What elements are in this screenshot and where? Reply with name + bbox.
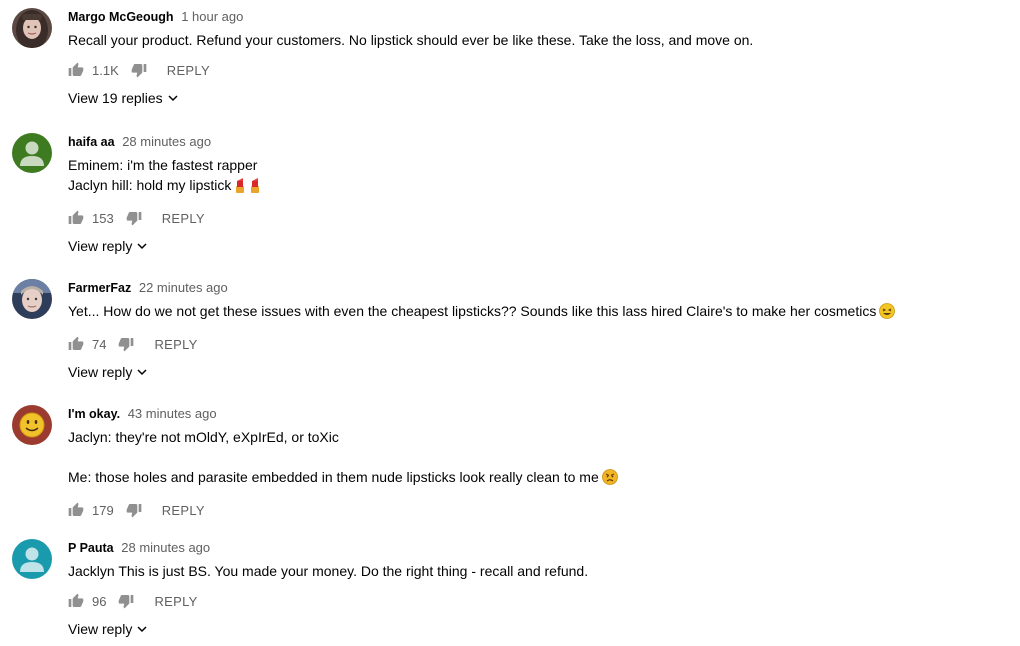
thumb-down-icon[interactable] bbox=[126, 502, 142, 518]
comment-header: I'm okay. 43 minutes ago bbox=[68, 405, 1010, 423]
comments-section: Margo McGeough 1 hour ago Recall your pr… bbox=[0, 0, 1020, 646]
chevron-down-icon bbox=[137, 369, 147, 376]
comment-text: Jaclyn: they're not mOldY, eXpIrEd, or t… bbox=[68, 427, 1010, 490]
comment-header: haifa aa 28 minutes ago bbox=[68, 133, 1010, 151]
like-count: 74 bbox=[92, 336, 107, 352]
thumb-up-icon[interactable] bbox=[68, 210, 84, 226]
comment-text-line: Me: those holes and parasite embedded in… bbox=[68, 469, 599, 485]
like-count: 153 bbox=[92, 210, 114, 226]
lipstick-emoji-icon bbox=[249, 177, 261, 198]
avatar[interactable] bbox=[12, 539, 52, 579]
view-replies-label: View reply bbox=[68, 238, 133, 254]
default-user-avatar-icon bbox=[12, 133, 52, 173]
smiley-avatar-icon bbox=[12, 405, 52, 445]
chevron-down-icon bbox=[137, 626, 147, 633]
comment-timestamp[interactable]: 43 minutes ago bbox=[128, 406, 217, 421]
view-replies-button[interactable]: View reply bbox=[68, 362, 1010, 382]
avatar[interactable] bbox=[12, 8, 52, 48]
comment-text-line: Jacklyn This is just BS. You made your m… bbox=[68, 563, 589, 579]
thumb-up-icon[interactable] bbox=[68, 336, 84, 352]
comment-text-line-with-emoji: Me: those holes and parasite embedded in… bbox=[68, 467, 1010, 490]
comment-body: FarmerFaz 22 minutes ago Yet... How do w… bbox=[68, 279, 1010, 382]
view-replies-label: View 19 replies bbox=[68, 90, 163, 106]
comment-text: Yet... How do we not get these issues wi… bbox=[68, 301, 1010, 324]
like-count: 96 bbox=[92, 593, 107, 609]
avatar[interactable] bbox=[12, 405, 52, 445]
comment-timestamp[interactable]: 1 hour ago bbox=[181, 9, 243, 24]
comment-text-line: Recall your product. Refund your custome… bbox=[68, 32, 754, 48]
reply-button[interactable]: REPLY bbox=[167, 63, 210, 78]
comment-body: haifa aa 28 minutes ago Eminem: i'm the … bbox=[68, 133, 1010, 256]
comment-action-bar: 96 REPLY bbox=[68, 589, 1010, 613]
view-replies-button[interactable]: View reply bbox=[68, 619, 1010, 639]
author-name[interactable]: haifa aa bbox=[68, 135, 115, 149]
comment-action-bar: 153 REPLY bbox=[68, 206, 1010, 230]
like-count: 1.1K bbox=[92, 62, 119, 78]
author-name[interactable]: FarmerFaz bbox=[68, 281, 131, 295]
comment-action-bar: 1.1K REPLY bbox=[68, 58, 1010, 82]
thumb-down-icon[interactable] bbox=[126, 210, 142, 226]
avatar[interactable] bbox=[12, 279, 52, 319]
comment-text-line: Jaclyn: they're not mOldY, eXpIrEd, or t… bbox=[68, 429, 339, 445]
view-replies-label: View reply bbox=[68, 364, 133, 380]
thumb-up-icon[interactable] bbox=[68, 502, 84, 518]
reply-button[interactable]: REPLY bbox=[154, 594, 197, 609]
comment-text-line: Jaclyn hill: hold my lipstick bbox=[68, 177, 232, 193]
comment-timestamp[interactable]: 28 minutes ago bbox=[122, 134, 211, 149]
angry-emoji-icon bbox=[601, 469, 618, 490]
view-replies-button[interactable]: View 19 replies bbox=[68, 88, 1010, 108]
comment-header: P Pauta 28 minutes ago bbox=[68, 539, 1010, 557]
like-count: 179 bbox=[92, 502, 114, 518]
comment-text: Eminem: i'm the fastest rapper Jaclyn hi… bbox=[68, 155, 1010, 198]
comment-text-line-with-emoji: Yet... How do we not get these issues wi… bbox=[68, 301, 1010, 324]
comment-timestamp[interactable]: 22 minutes ago bbox=[139, 280, 228, 295]
thumb-up-icon[interactable] bbox=[68, 62, 84, 78]
reply-button[interactable]: REPLY bbox=[162, 211, 205, 226]
comment-body: P Pauta 28 minutes ago Jacklyn This is j… bbox=[68, 539, 1010, 639]
comment-text-line-with-emoji: Jaclyn hill: hold my lipstick bbox=[68, 175, 1010, 198]
view-replies-label: View reply bbox=[68, 621, 133, 637]
thumb-down-icon[interactable] bbox=[118, 593, 134, 609]
comment-body: I'm okay. 43 minutes ago Jaclyn: they're… bbox=[68, 405, 1010, 522]
thumb-down-icon[interactable] bbox=[118, 336, 134, 352]
view-replies-button[interactable]: View reply bbox=[68, 236, 1010, 256]
author-name[interactable]: Margo McGeough bbox=[68, 10, 174, 24]
thumb-down-icon[interactable] bbox=[131, 62, 147, 78]
default-user-avatar-icon bbox=[12, 539, 52, 579]
chevron-down-icon bbox=[137, 243, 147, 250]
author-name[interactable]: I'm okay. bbox=[68, 407, 120, 421]
comment-header: Margo McGeough 1 hour ago bbox=[68, 8, 1010, 26]
photo-man-avatar-icon bbox=[12, 279, 52, 319]
comment-text: Recall your product. Refund your custome… bbox=[68, 30, 1010, 50]
chevron-down-icon bbox=[168, 95, 178, 102]
comment-action-bar: 74 REPLY bbox=[68, 332, 1010, 356]
avatar[interactable] bbox=[12, 133, 52, 173]
comment-text-blank-line bbox=[68, 447, 1010, 467]
reply-button[interactable]: REPLY bbox=[162, 503, 205, 518]
comment-header: FarmerFaz 22 minutes ago bbox=[68, 279, 1010, 297]
comment-text-line: Eminem: i'm the fastest rapper bbox=[68, 157, 258, 173]
reply-button[interactable]: REPLY bbox=[154, 337, 197, 352]
comment-action-bar: 179 REPLY bbox=[68, 498, 1010, 522]
laughing-emoji-icon bbox=[879, 303, 896, 324]
thumb-up-icon[interactable] bbox=[68, 593, 84, 609]
author-name[interactable]: P Pauta bbox=[68, 541, 114, 555]
comment-timestamp[interactable]: 28 minutes ago bbox=[121, 540, 210, 555]
comment-text-line: Yet... How do we not get these issues wi… bbox=[68, 303, 877, 319]
photo-woman-avatar-icon bbox=[12, 8, 52, 48]
comment-text: Jacklyn This is just BS. You made your m… bbox=[68, 561, 1010, 581]
lipstick-emoji-icon bbox=[234, 177, 246, 198]
comment-body: Margo McGeough 1 hour ago Recall your pr… bbox=[68, 8, 1010, 108]
